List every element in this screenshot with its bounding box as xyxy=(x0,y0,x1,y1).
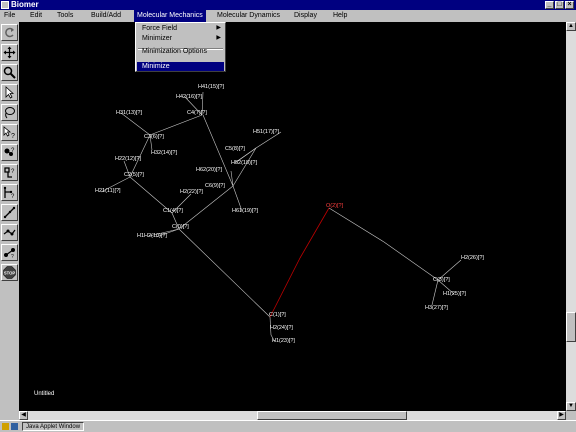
atom-label[interactable]: C5(8)[?] xyxy=(225,146,245,152)
menu-item-minimizer[interactable]: Minimizer ▶ xyxy=(137,34,224,43)
atom-label[interactable]: H2(22)[?] xyxy=(180,189,203,195)
atom-label[interactable]: O(2)[?] xyxy=(326,203,343,209)
menu-molecular-dynamics[interactable]: Molecular Dynamics xyxy=(214,10,283,22)
atom-label[interactable]: C(1)[?] xyxy=(269,312,286,318)
menu-bar: File Edit Tools Build/Add Molecular Mech… xyxy=(0,10,576,22)
document-name: Untitled xyxy=(34,391,55,397)
horizontal-scroll-thumb[interactable] xyxy=(257,411,407,420)
title-bar: Biomer _ □ × xyxy=(0,0,576,10)
angle-icon xyxy=(3,206,16,219)
atom-label[interactable]: C(0)[?] xyxy=(172,224,189,230)
atom-label[interactable]: C2(5)[?] xyxy=(124,172,144,178)
atom-label[interactable]: H61(19)[?] xyxy=(232,208,258,214)
atom-label[interactable]: C3(6)[?] xyxy=(144,134,164,140)
query-dihedral-tool[interactable] xyxy=(1,224,18,241)
atom-label[interactable]: C6(9)[?] xyxy=(205,183,225,189)
menu-edit[interactable]: Edit xyxy=(27,10,45,22)
svg-text:STOP: STOP xyxy=(4,270,16,275)
menu-molecular-mechanics[interactable]: Molecular Mechanics xyxy=(134,10,206,22)
svg-text:?: ? xyxy=(11,169,15,175)
magnifier-icon xyxy=(3,66,16,79)
warning-icon xyxy=(2,423,9,430)
horizontal-scrollbar[interactable]: ◀ ▶ xyxy=(19,411,566,420)
dihedral-icon xyxy=(3,229,16,236)
atom-label[interactable]: C4(7)[?] xyxy=(187,110,207,116)
menu-tools[interactable]: Tools xyxy=(54,10,76,22)
atom-label[interactable]: H31(13)[?] xyxy=(116,110,142,116)
pointer-icon xyxy=(5,86,15,99)
menu-item-force-field[interactable]: Force Field ▶ xyxy=(137,24,224,33)
window-title: Biomer xyxy=(11,0,39,9)
submenu-arrow-icon: ▶ xyxy=(216,35,221,41)
maximize-window-button[interactable]: □ xyxy=(555,1,564,9)
molecule-question-icon: ? xyxy=(4,148,15,156)
atom-label[interactable]: H22(12)[?] xyxy=(115,156,141,162)
residue-question-icon: ? xyxy=(4,167,15,178)
atom-label[interactable]: H42(16)[?] xyxy=(176,94,202,100)
menu-item-minimization-options[interactable]: Minimization Options xyxy=(137,47,224,56)
scroll-corner xyxy=(566,411,576,420)
atom-label[interactable]: H21(11)[?] xyxy=(95,188,121,194)
svg-text:?: ? xyxy=(11,194,15,199)
molecule-canvas[interactable]: H41(15)[?] H42(16)[?] H31(13)[?] C4(7)[?… xyxy=(19,22,566,411)
stop-tool[interactable]: STOP xyxy=(1,264,18,281)
molecular-mechanics-menu: Force Field ▶ Minimizer ▶ Minimization O… xyxy=(135,22,226,72)
status-bar: Java Applet Window xyxy=(0,420,576,432)
atom-label[interactable]: H1(25)[?] xyxy=(443,291,466,297)
menu-build-add[interactable]: Build/Add xyxy=(88,10,124,22)
translate-tool[interactable] xyxy=(1,44,18,61)
scroll-up-button[interactable]: ▲ xyxy=(566,22,576,31)
atom-label[interactable]: H2(26)[?] xyxy=(461,255,484,261)
vertical-scrollbar[interactable]: ▲ ▼ xyxy=(566,22,576,411)
pointer-question-icon: ? xyxy=(3,126,15,139)
scroll-right-button[interactable]: ▶ xyxy=(557,411,566,420)
menu-display[interactable]: Display xyxy=(291,10,320,22)
menu-item-minimize[interactable]: Minimize xyxy=(137,62,224,71)
query-bond-tool[interactable]: ? xyxy=(1,244,18,261)
menu-help[interactable]: Help xyxy=(330,10,350,22)
minimize-window-button[interactable]: _ xyxy=(545,1,554,9)
query-angle-tool[interactable] xyxy=(1,204,18,221)
lasso-icon xyxy=(5,107,15,119)
lasso-tool[interactable] xyxy=(1,104,18,121)
query-atom-tool[interactable]: ? xyxy=(1,124,18,141)
close-window-button[interactable]: × xyxy=(565,1,574,9)
molecule-structure xyxy=(100,91,462,343)
bond-icon: ? xyxy=(4,248,15,259)
menu-file[interactable]: File xyxy=(1,10,18,22)
applet-warning-label: Java Applet Window xyxy=(22,422,85,431)
app-icon xyxy=(1,1,9,9)
scroll-left-button[interactable]: ◀ xyxy=(19,411,28,420)
undo-tool[interactable] xyxy=(1,24,18,41)
move-icon xyxy=(3,46,16,59)
query-distance-tool[interactable]: ? xyxy=(1,184,18,201)
svg-text:?: ? xyxy=(11,148,15,154)
atom-label[interactable]: H62(20)[?] xyxy=(196,167,222,173)
stop-icon: STOP xyxy=(3,266,16,279)
svg-text:?: ? xyxy=(11,254,14,259)
atom-label[interactable]: H2(24)[?] xyxy=(270,325,293,331)
java-icon xyxy=(11,423,18,430)
query-residue-tool[interactable]: ? xyxy=(1,164,18,181)
distance-icon: ? xyxy=(3,186,15,199)
submenu-arrow-icon: ▶ xyxy=(216,25,221,31)
atom-label[interactable]: H3(27)[?] xyxy=(425,305,448,311)
select-tool[interactable] xyxy=(1,84,18,101)
vertical-scroll-thumb[interactable] xyxy=(566,312,576,342)
scroll-down-button[interactable]: ▼ xyxy=(566,402,576,411)
atom-label[interactable]: H52(18)[?] xyxy=(231,160,257,166)
atom-label[interactable]: H32(14)[?] xyxy=(151,150,177,156)
query-molecule-tool[interactable]: ? xyxy=(1,144,18,161)
atom-label[interactable]: C1(4)[?] xyxy=(163,208,183,214)
atom-label[interactable]: H51(17)[?] xyxy=(253,129,279,135)
zoom-tool[interactable] xyxy=(1,64,18,81)
rotate-icon xyxy=(5,27,14,38)
left-toolbar: ? ? ? ? ? STOP xyxy=(0,22,19,420)
svg-text:?: ? xyxy=(11,133,15,139)
atom-label[interactable]: H1(23)[?] xyxy=(272,338,295,344)
atom-label[interactable]: C(3)[?] xyxy=(433,277,450,283)
atom-label[interactable]: H41(15)[?] xyxy=(198,84,224,90)
atom-label[interactable]: H1H2(10)[?] xyxy=(137,233,167,239)
